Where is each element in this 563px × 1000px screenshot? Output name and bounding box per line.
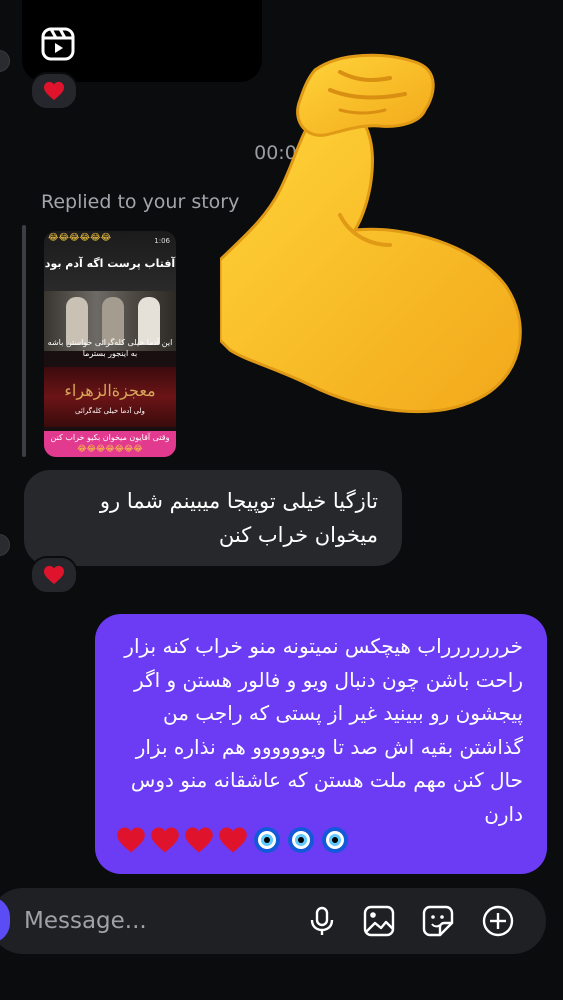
reels-icon [41,27,75,61]
red-heart-icon [219,827,247,853]
incoming-message-bubble[interactable]: تازگیا خیلی توپیجا میبینم شما رو میخوان … [24,470,402,566]
sender-avatar[interactable] [0,50,10,72]
nazar-amulet-icon [322,827,348,853]
story-emoji-row: 😂😂😂😂😂😂 [48,233,112,243]
reply-indicator-bar [22,225,26,457]
story-overlay-text: این آدما خیلی کله‌گرائی خواستن باشه به ا… [47,338,173,358]
microphone-icon[interactable] [304,903,340,939]
nazar-amulet-icon [254,827,280,853]
red-heart-icon [44,565,64,585]
add-icon[interactable] [480,903,516,939]
outgoing-message-emojis [116,826,350,854]
gallery-icon[interactable] [361,903,397,939]
red-heart-icon [44,81,64,101]
flexed-biceps-sticker [220,53,522,414]
red-heart-icon [117,827,145,853]
red-heart-icon [151,827,179,853]
story-preview-thumbnail[interactable]: 😂😂😂😂😂😂 1:06 آفتاب پرست اگه آدم بود این آ… [44,231,176,457]
story-duration: 1:06 [154,237,170,245]
outgoing-message-text: خررررررراب هیچکس نمیتونه منو خراب کنه بز… [124,634,523,826]
red-heart-icon [185,827,213,853]
story-banner-text: معجزةالزهراء [64,381,156,400]
heart-reaction-badge[interactable] [30,72,78,110]
story-bottom-text: وقتی آقایون میخوان بکیو خراب کنن [50,433,170,442]
heart-reaction-badge[interactable] [30,556,78,594]
story-emoji-row-bottom: 😂😂😂😂😂😂😂 [77,444,143,453]
sender-avatar[interactable] [0,534,10,556]
replied-to-story-label: Replied to your story [41,191,240,213]
incoming-message-text: تازگیا خیلی توپیجا میبینم شما رو میخوان … [99,489,378,547]
dm-thread-screen: 00:06 Replied to your story 😂😂😂😂😂😂 1:06 … [0,0,563,1000]
story-caption: ولی آدما خیلی کله‌گرائی [75,407,145,415]
nazar-amulet-icon [288,827,314,853]
sticker-icon[interactable] [420,903,456,939]
message-input[interactable]: Message... [24,901,274,941]
story-title: آفتاب پرست اگه آدم بود [44,257,176,270]
